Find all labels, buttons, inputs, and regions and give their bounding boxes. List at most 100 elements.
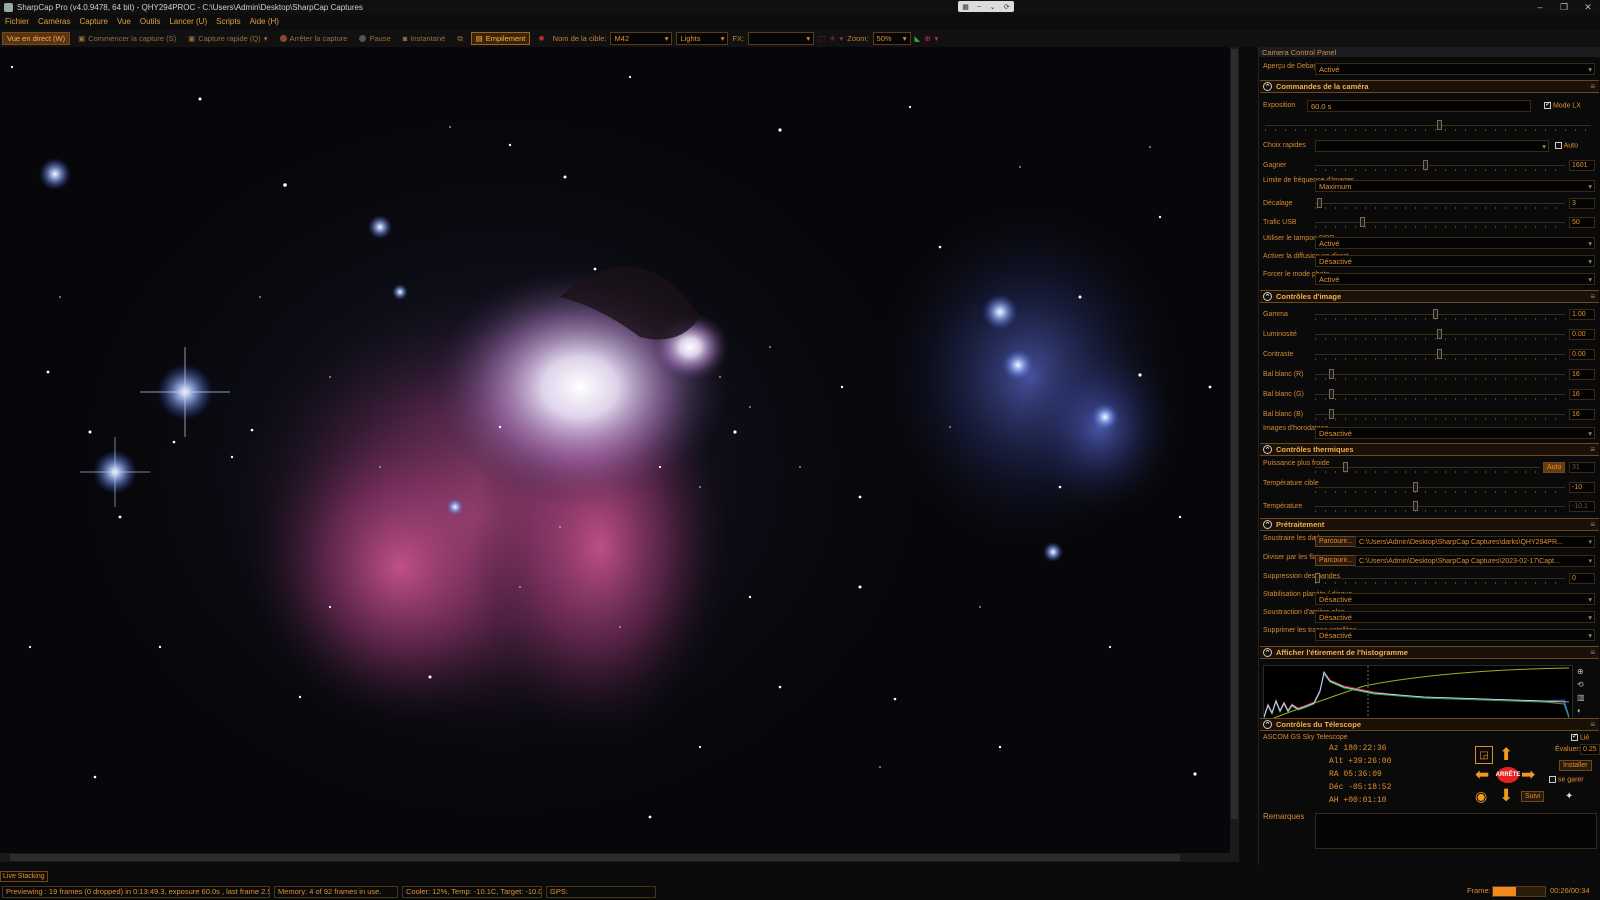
debayer-select[interactable]: Activé ▾: [1315, 63, 1595, 75]
menu-aide[interactable]: Aide (H): [250, 17, 279, 26]
scrollbar-thumb[interactable]: [10, 854, 1180, 861]
exposure-input[interactable]: 60.0 s: [1307, 100, 1531, 112]
hamburger-icon[interactable]: ≡: [1590, 292, 1595, 301]
flats-path-select[interactable]: C:\Users\Admin\Desktop\SharpCap Captures…: [1355, 555, 1595, 567]
viewport-horizontal-scrollbar[interactable]: [0, 853, 1239, 862]
menu-cameras[interactable]: Caméras: [38, 17, 70, 26]
cooler-power-slider[interactable]: [1315, 462, 1540, 473]
stop-capture-button[interactable]: Arrêter la capture: [276, 32, 352, 45]
slider-knob[interactable]: [1315, 573, 1320, 583]
frame-type-select[interactable]: Lights ▾: [676, 32, 729, 45]
contrast-slider[interactable]: [1315, 349, 1565, 360]
slider-knob[interactable]: [1433, 309, 1438, 319]
hamburger-icon[interactable]: ≡: [1590, 82, 1595, 91]
pause-button[interactable]: Pause: [355, 32, 394, 45]
preprocessing-header[interactable]: ⌃ Prétraitement ≡: [1260, 518, 1599, 531]
maximize-button[interactable]: ❐: [1552, 0, 1576, 14]
collapse-icon[interactable]: ⌃: [1263, 720, 1272, 729]
histogram-header[interactable]: ⌃ Afficher l'étirement de l'histogramme ≡: [1260, 646, 1599, 659]
stop-slew-button[interactable]: ARRÊTE: [1496, 767, 1520, 783]
menu-scripts[interactable]: Scripts: [216, 17, 240, 26]
arrow-right-icon[interactable]: ➡: [1521, 766, 1535, 783]
menu-vue[interactable]: Vue: [117, 17, 131, 26]
flats-browse-button[interactable]: Parcourir...: [1315, 555, 1357, 566]
collapse-icon[interactable]: ⌃: [1263, 82, 1272, 91]
snapshot-button[interactable]: ◙ Instantané: [399, 32, 450, 45]
slider-knob[interactable]: [1437, 349, 1442, 359]
contrast-icon[interactable]: ◐: [1577, 704, 1585, 717]
thermal-controls-header[interactable]: ⌃ Contrôles thermiques ≡: [1260, 443, 1599, 456]
slider-knob[interactable]: [1317, 198, 1322, 208]
evaluate-select[interactable]: 0.25: [1580, 744, 1600, 755]
wb-red-value[interactable]: 16: [1569, 369, 1595, 380]
collapse-icon[interactable]: ⌃: [1263, 520, 1272, 529]
collapse-icon[interactable]: ⌃: [1263, 445, 1272, 454]
gain-value[interactable]: 1601: [1569, 160, 1595, 171]
mode-lx-checkbox[interactable]: Mode LX: [1544, 100, 1581, 109]
menu-capture[interactable]: Capture: [79, 17, 107, 26]
hamburger-icon[interactable]: ≡: [1590, 648, 1595, 657]
live-stacking-tab[interactable]: Live Stacking: [0, 871, 48, 882]
viewport-vertical-scrollbar[interactable]: [1230, 47, 1239, 853]
image-viewport[interactable]: [0, 47, 1230, 853]
track-button[interactable]: Suivi: [1521, 791, 1545, 802]
target-name-select[interactable]: M42 ▾: [610, 32, 673, 45]
minimize-button[interactable]: –: [1528, 0, 1552, 14]
wb-green-slider[interactable]: [1315, 389, 1565, 400]
photo-mode-select[interactable]: Activé ▾: [1315, 273, 1595, 285]
crosshair-icon[interactable]: ✳: [829, 34, 835, 43]
auto-exposure-checkbox[interactable]: Auto: [1555, 142, 1578, 149]
target-icon-button[interactable]: ✺: [534, 32, 548, 45]
menu-fichier[interactable]: Fichier: [5, 17, 29, 26]
brightness-value[interactable]: 0.00: [1569, 329, 1595, 340]
slider-knob[interactable]: [1360, 217, 1365, 227]
banding-slider[interactable]: [1315, 573, 1565, 584]
wb-red-slider[interactable]: [1315, 369, 1565, 380]
slider-knob[interactable]: [1329, 409, 1334, 419]
exposure-slider[interactable]: [1265, 120, 1591, 131]
banding-value[interactable]: 0: [1569, 573, 1595, 584]
offset-value[interactable]: 3: [1569, 198, 1595, 209]
target-icon[interactable]: ◉: [1475, 788, 1487, 805]
zoom-fit-icon[interactable]: ⊕: [1577, 665, 1585, 678]
quick-picks-select[interactable]: ▾: [1315, 140, 1549, 152]
framerate-select[interactable]: Maximum ▾: [1315, 180, 1595, 192]
park-checkbox[interactable]: se garer: [1549, 776, 1584, 783]
histogram-icon[interactable]: ◣: [915, 34, 921, 43]
wb-green-value[interactable]: 16: [1569, 389, 1595, 400]
save-icon[interactable]: ▥: [1577, 691, 1585, 704]
arrow-left-icon[interactable]: ⬅: [1475, 766, 1489, 783]
contrast-value[interactable]: 0.00: [1569, 349, 1595, 360]
magnifier-icon[interactable]: ⊕: [924, 34, 930, 43]
darks-browse-button[interactable]: Parcourir...: [1315, 536, 1357, 547]
star-icon[interactable]: ✦: [1565, 791, 1573, 802]
collapse-icon[interactable]: ⌃: [1263, 292, 1272, 301]
telescope-header[interactable]: ⌃ Contrôles du Télescope ≡: [1260, 718, 1599, 731]
quick-capture-button[interactable]: ▣ Capture rapide (Q) ▾: [184, 32, 271, 45]
gain-slider[interactable]: [1315, 160, 1565, 171]
timestamp-select[interactable]: Désactivé ▾: [1315, 427, 1595, 439]
stabilization-select[interactable]: Désactivé ▾: [1315, 593, 1595, 605]
reset-icon[interactable]: ⟲: [1577, 678, 1585, 691]
target-temp-value[interactable]: -10: [1569, 482, 1595, 493]
live-view-button[interactable]: Vue en direct (W): [2, 32, 71, 45]
wb-blue-slider[interactable]: [1315, 409, 1565, 420]
chevron-down-icon[interactable]: ▾: [264, 34, 268, 43]
target-temp-slider[interactable]: [1315, 482, 1565, 493]
offset-slider[interactable]: [1315, 198, 1565, 209]
install-button[interactable]: Installer: [1559, 760, 1592, 771]
slider-knob[interactable]: [1413, 482, 1418, 492]
zoom-select[interactable]: 50% ▾: [872, 32, 911, 45]
satellite-select[interactable]: Désactivé ▾: [1315, 629, 1595, 641]
hamburger-icon[interactable]: ≡: [1590, 445, 1595, 454]
histogram-plot[interactable]: [1263, 665, 1573, 724]
remarks-textarea[interactable]: [1315, 813, 1597, 849]
usb-slider[interactable]: [1315, 217, 1565, 228]
chevron-down-icon[interactable]: ▾: [935, 34, 939, 43]
ddr-select[interactable]: Activé ▾: [1315, 237, 1595, 249]
chevron-down-icon[interactable]: ▾: [840, 34, 844, 43]
wb-blue-value[interactable]: 16: [1569, 409, 1595, 420]
collapse-icon[interactable]: ⌃: [1263, 648, 1272, 657]
brightness-slider[interactable]: [1315, 329, 1565, 340]
arrow-down-icon[interactable]: ⬇: [1499, 787, 1513, 804]
